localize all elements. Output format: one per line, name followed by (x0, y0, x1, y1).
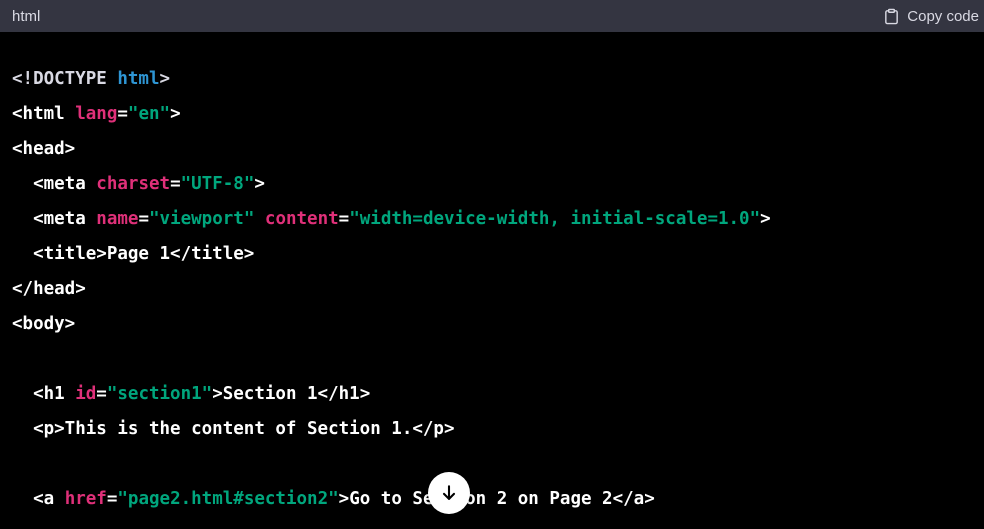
code-line: <meta charset="UTF-8"> (12, 167, 771, 202)
code-token: > (159, 69, 171, 89)
code-token: href (64, 489, 107, 509)
code-token: "en" (127, 104, 171, 124)
code-token: lang (75, 104, 118, 124)
code-token: "UTF-8" (180, 174, 255, 194)
code-token: <!DOCTYPE (12, 69, 118, 89)
code-token: = (338, 209, 350, 229)
code-token: "viewport" (149, 209, 255, 229)
code-line: <a href="page2.html#section2">Go to Sect… (12, 482, 771, 517)
code-token: <a (12, 489, 65, 509)
copy-code-button[interactable]: Copy code (883, 8, 979, 25)
scroll-to-bottom-button[interactable] (428, 472, 470, 514)
code-token: <h1 (12, 384, 76, 404)
code-line: </head> (12, 272, 771, 307)
code-line: <title>Page 1</title> (12, 237, 771, 272)
code-token: content (264, 209, 339, 229)
code-line: <!DOCTYPE html> (12, 62, 771, 97)
code-token: "width=device-width, initial-scale=1.0" (349, 209, 761, 229)
code-token: <title>Page 1</title> (12, 244, 255, 264)
code-line: <h1 id="section1">Section 1</h1> (12, 377, 771, 412)
code-token: > (760, 209, 771, 229)
code-token: </head> (12, 279, 86, 299)
clipboard-icon (883, 8, 900, 25)
code-token: <html (12, 104, 76, 124)
code-token: = (96, 384, 107, 404)
code-token: <p>This is the content of Section 1.</p> (12, 419, 455, 439)
code-token: name (96, 209, 139, 229)
code-token: "page2.html#section2" (117, 489, 339, 509)
code-token: id (75, 384, 97, 404)
code-token: <head> (12, 139, 76, 159)
code-token: >Section 1</h1> (212, 384, 371, 404)
code-token: > (254, 174, 265, 194)
code-token: > (170, 104, 181, 124)
code-line: <meta name="viewport" content="width=dev… (12, 202, 771, 237)
code-token: "section1" (106, 384, 213, 404)
code-token: <meta (12, 174, 97, 194)
code-token: <meta (12, 209, 97, 229)
code-line: <body> (12, 307, 771, 342)
code-token: = (117, 104, 128, 124)
code-block: html Copy code <!DOCTYPE html> <html lang… (0, 0, 984, 529)
code-token: = (106, 489, 118, 509)
arrow-down-icon (439, 483, 459, 503)
code-token: html (117, 69, 160, 89)
code-content[interactable]: <!DOCTYPE html> <html lang="en"> <head> <m… (12, 62, 771, 517)
code-block-header: html Copy code (0, 0, 984, 32)
code-line: <html lang="en"> (12, 97, 771, 132)
code-token: >Go to Section 2 on Page 2</a> (338, 489, 655, 509)
code-line: <p>This is the content of Section 1.</p> (12, 412, 771, 447)
code-token: <body> (12, 314, 76, 334)
code-token: = (138, 209, 149, 229)
code-token: charset (96, 174, 171, 194)
code-language-label: html (12, 7, 41, 25)
code-line: <head> (12, 132, 771, 167)
code-token: = (170, 174, 181, 194)
copy-code-label: Copy code (907, 7, 979, 25)
